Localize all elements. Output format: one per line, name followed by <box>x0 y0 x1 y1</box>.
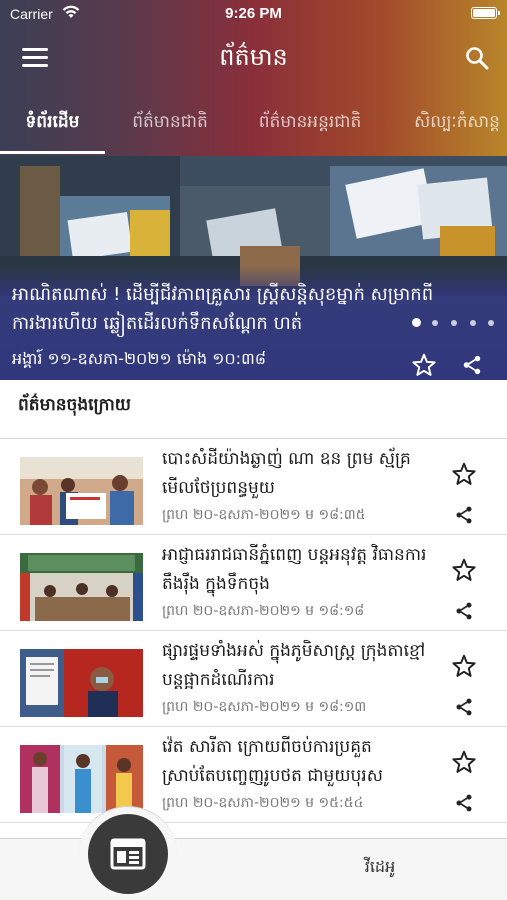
news-title[interactable]: វ៉េត សារីតា ក្រោយពីចប់ការប្រគួត ស្រាប់តែ… <box>162 733 430 791</box>
divider <box>0 822 507 823</box>
search-icon[interactable] <box>465 46 489 70</box>
news-thumbnail <box>20 457 143 525</box>
news-time: ព្រហ ២០-ឧសភា-២០២១ ម ១៨:១៨ <box>162 603 365 619</box>
share-icon[interactable] <box>454 697 474 717</box>
bottom-nav <box>0 838 507 900</box>
hero-title[interactable]: អាណិតណាស់ ! ដើម្បីជីវភាពគ្រួសារ ស្រ្តីសន… <box>12 280 462 338</box>
tab-home[interactable]: ទំព័រដើម <box>0 94 105 154</box>
list-item[interactable]: បោះសំដីយ៉ាងឆ្ងាញ់ ណា ឧន ព្រម ស្ម័គ្រមើលថ… <box>0 439 507 535</box>
navbar: ព័ត៌មាន <box>0 34 507 86</box>
hero-slider[interactable]: អាណិតណាស់ ! ដើម្បីជីវភាពគ្រួសារ ស្រ្តីសន… <box>0 156 507 380</box>
slider-dot[interactable] <box>488 320 494 326</box>
star-icon[interactable] <box>411 352 437 378</box>
news-thumbnail <box>20 553 143 621</box>
slider-dot[interactable] <box>470 320 476 326</box>
news-title[interactable]: បោះសំដីយ៉ាងឆ្ងាញ់ ណា ឧន ព្រម ស្ម័គ្រមើលថ… <box>162 445 430 503</box>
news-tab-button[interactable] <box>88 814 168 894</box>
tab-national[interactable]: ព័ត៌មានជាតិ <box>110 94 230 154</box>
tab-international[interactable]: ព័ត៌មានអន្តរជាតិ <box>240 94 380 154</box>
battery-icon <box>471 7 500 19</box>
list-item[interactable]: អាជ្ញាធររាជធានីភ្នំពេញ បន្តអនុវត្ត វិធាន… <box>0 535 507 631</box>
news-time: ព្រហ ២០-ឧសភា-២០២១ ម ១៨:១៣ <box>162 699 367 715</box>
news-thumbnail <box>20 745 143 813</box>
section-title: ព័ត៌មានចុងក្រោយ <box>18 395 131 415</box>
star-icon[interactable] <box>451 461 477 487</box>
star-icon[interactable] <box>451 557 477 583</box>
star-icon[interactable] <box>451 749 477 775</box>
share-icon[interactable] <box>454 505 474 525</box>
category-tabs: ទំព័រដើម ព័ត៌មានជាតិ ព័ត៌មានអន្តរជាតិ សិ… <box>0 94 507 154</box>
list-item[interactable]: វ៉េត សារីតា ក្រោយពីចប់ការប្រគួត ស្រាប់តែ… <box>0 727 507 823</box>
tab-video[interactable]: វីដេអូ <box>340 856 420 880</box>
share-icon[interactable] <box>461 354 483 376</box>
share-icon[interactable] <box>454 601 474 621</box>
hero-date: អង្គារ៍ ១១-ឧសភា-២០២១ ម៉ោង ១០:៣៨ <box>12 349 267 368</box>
status-time: 9:26 PM <box>225 5 282 22</box>
list-item[interactable]: ផ្សារផ្ទមទាំងអស់ ក្នុងភូមិសាស្រ្ត ក្រុងត… <box>0 631 507 727</box>
news-thumbnail <box>20 649 143 717</box>
news-time: ព្រហ ២០-ឧសភា-២០២១ ម ១៥:៥៤ <box>162 795 364 811</box>
news-time: ព្រហ ២០-ឧសភា-២០២១ ម ១៨:៣៥ <box>162 507 366 523</box>
status-bar: Carrier 9:26 PM <box>0 0 507 30</box>
page-title: ព័ត៌មាន <box>219 43 288 71</box>
newspaper-icon <box>110 838 146 870</box>
tab-indicator <box>0 151 105 154</box>
tab-entertainment[interactable]: សិល្បៈកំសាន្ត <box>392 94 507 154</box>
news-title[interactable]: ផ្សារផ្ទមទាំងអស់ ក្នុងភូមិសាស្រ្ត ក្រុងត… <box>162 637 430 695</box>
star-icon[interactable] <box>451 653 477 679</box>
share-icon[interactable] <box>454 793 474 813</box>
news-title[interactable]: អាជ្ញាធររាជធានីភ្នំពេញ បន្តអនុវត្ត វិធាន… <box>162 541 430 599</box>
